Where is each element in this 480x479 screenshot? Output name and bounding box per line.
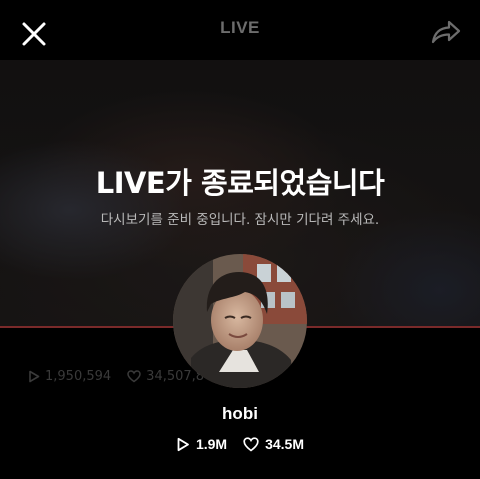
background-stats: 1,950,594 34,507,8	[28, 369, 204, 384]
background-likes: 34,507,8	[127, 369, 204, 384]
avatar[interactable]	[173, 254, 307, 388]
heart-icon	[243, 436, 259, 452]
top-bar: LIVE	[0, 0, 480, 60]
share-button[interactable]	[426, 12, 466, 52]
profile-stats: 1.9M 34.5M	[0, 436, 480, 452]
plays-stat: 1.9M	[176, 436, 227, 452]
username: hobi	[222, 404, 258, 423]
heart-icon	[127, 370, 141, 383]
plays-count: 1.9M	[195, 436, 228, 452]
likes-count: 34.5M	[265, 436, 305, 452]
live-ended-subtitle: 다시보기를 준비 중입니다. 잠시만 기다려 주세요.	[100, 212, 380, 228]
background-plays: 1,950,594	[28, 369, 111, 384]
page-title: LIVE	[220, 18, 260, 37]
play-icon	[29, 370, 40, 383]
likes-stat: 34.5M	[243, 436, 304, 452]
play-icon	[177, 437, 189, 451]
share-icon	[431, 20, 461, 44]
background-plays-count: 1,950,594	[45, 369, 112, 384]
live-ended-title: LIVE가 종료되었습니다	[95, 166, 385, 200]
